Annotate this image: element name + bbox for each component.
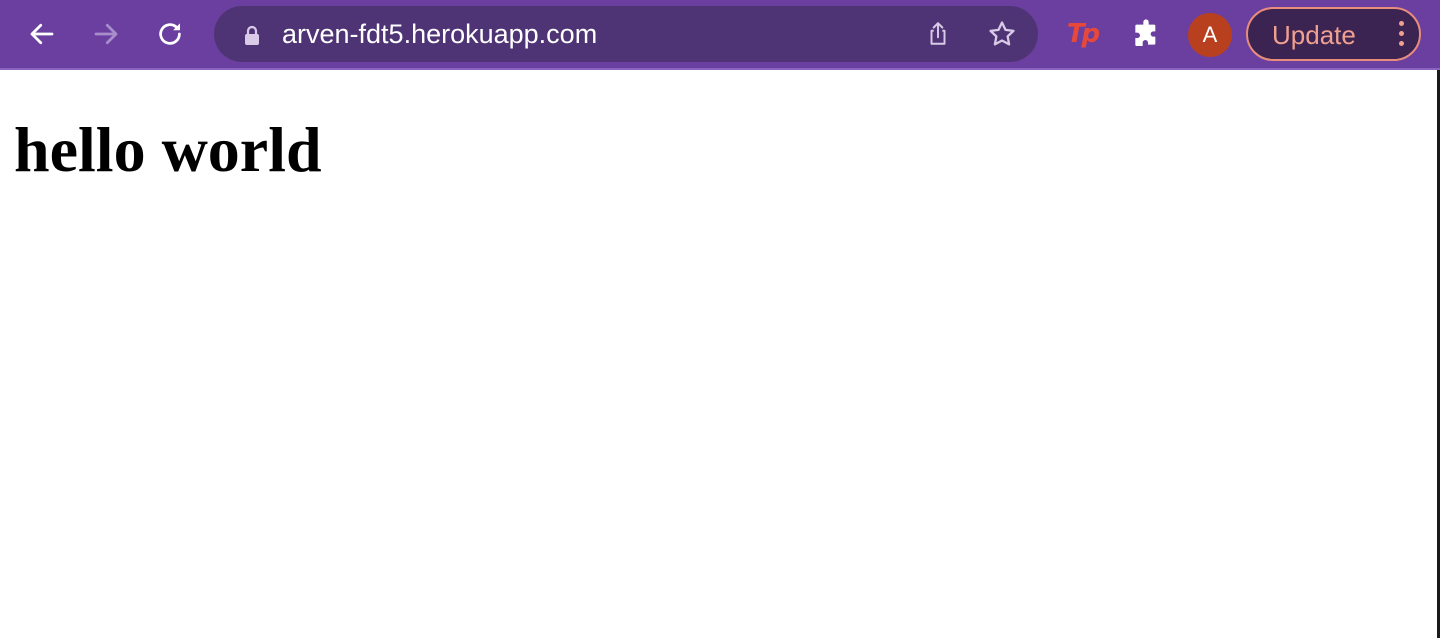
forward-arrow-icon bbox=[94, 23, 118, 45]
extensions-button[interactable] bbox=[1126, 14, 1166, 54]
tp-extension-icon: Tp bbox=[1066, 19, 1100, 49]
forward-button[interactable] bbox=[84, 12, 128, 56]
bookmark-button[interactable] bbox=[986, 18, 1018, 50]
share-icon bbox=[930, 22, 946, 45]
back-button[interactable] bbox=[20, 12, 64, 56]
page-heading: hello world bbox=[14, 114, 322, 185]
page-content: hello world bbox=[0, 72, 1437, 638]
share-button[interactable] bbox=[922, 18, 954, 50]
update-button-label: Update bbox=[1272, 20, 1356, 50]
browser-toolbar: arven-fdt5.herokuapp.com Tp A Update bbox=[0, 0, 1440, 70]
bookmark-star-icon bbox=[989, 21, 1015, 46]
more-options-icon[interactable] bbox=[1397, 21, 1405, 49]
address-bar[interactable]: arven-fdt5.herokuapp.com bbox=[214, 6, 1038, 62]
update-button[interactable]: Update bbox=[1246, 7, 1421, 61]
puzzle-icon bbox=[1135, 19, 1156, 46]
reload-button[interactable] bbox=[148, 12, 192, 56]
lock-icon[interactable] bbox=[240, 23, 264, 47]
url-text[interactable]: arven-fdt5.herokuapp.com bbox=[282, 6, 597, 62]
profile-avatar[interactable]: A bbox=[1188, 13, 1232, 57]
tp-extension-button[interactable]: Tp bbox=[1062, 14, 1102, 54]
reload-icon bbox=[159, 23, 181, 45]
back-arrow-icon bbox=[30, 23, 54, 45]
